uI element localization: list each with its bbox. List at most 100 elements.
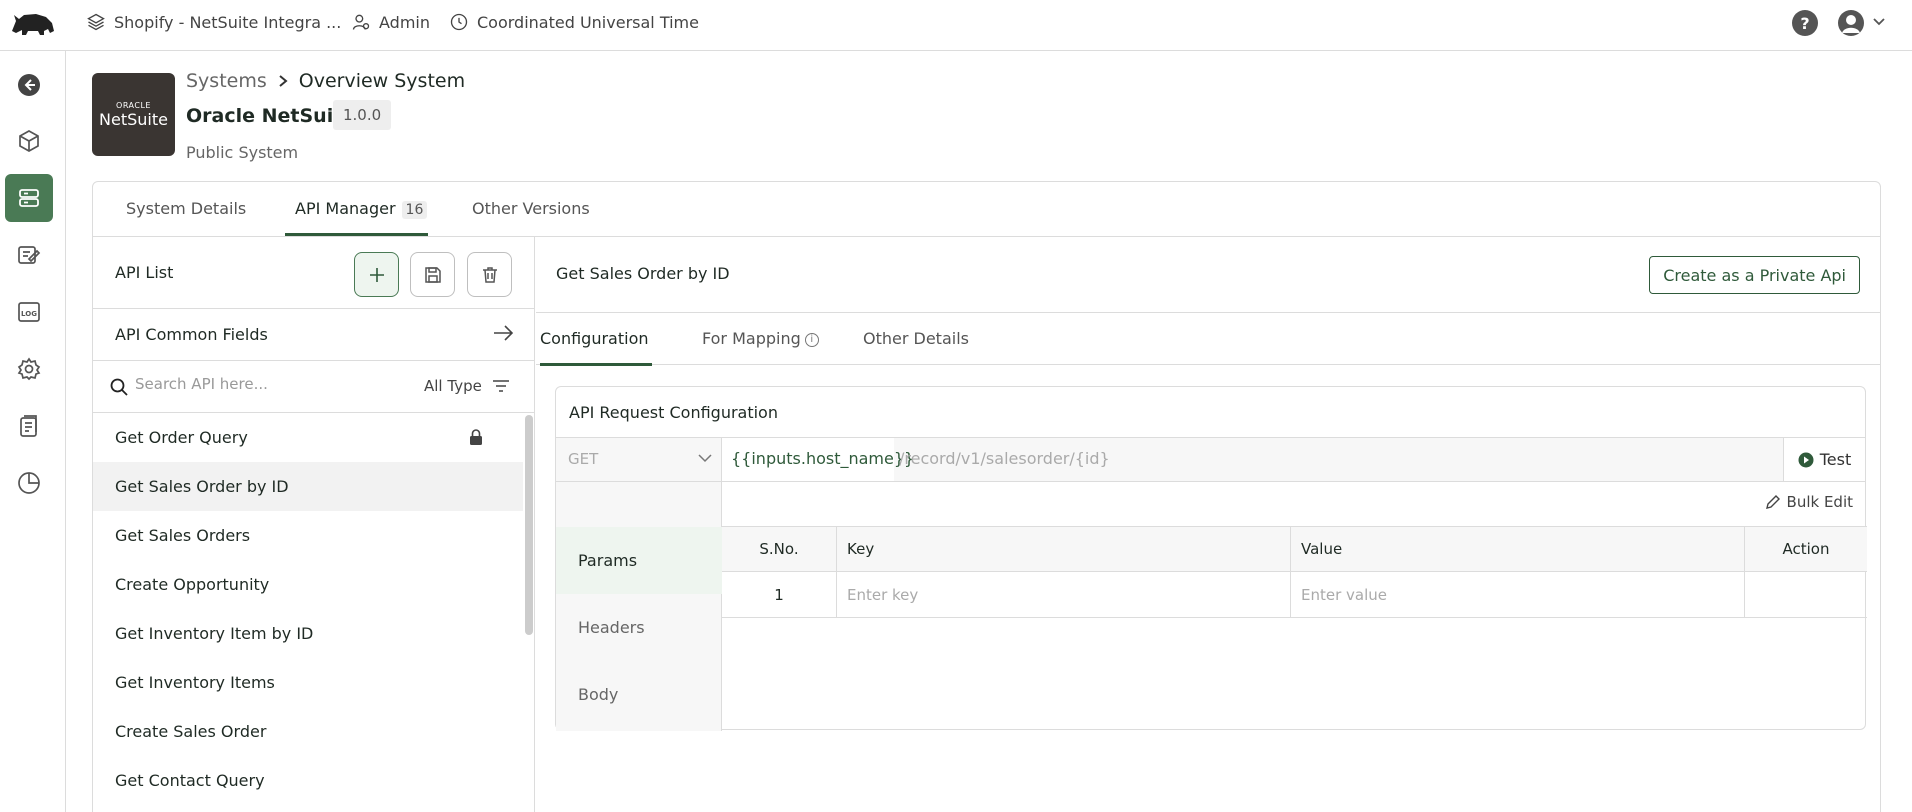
api-list-title: API List — [115, 263, 174, 282]
rail-item-settings[interactable] — [5, 345, 53, 393]
active-tab-indicator — [285, 233, 428, 236]
create-private-api-button[interactable]: Create as a Private Api — [1649, 256, 1860, 294]
api-item-label: Get Sales Orders — [115, 526, 251, 545]
table-row: 1 — [722, 572, 1867, 618]
detail-tabs: Configuration For Mapping i Other Details — [536, 312, 1880, 366]
chevron-down-icon — [698, 454, 712, 463]
column-header-sno: S.No. — [759, 540, 799, 558]
url-host-variable[interactable]: {{inputs.host_name}} — [731, 449, 914, 468]
system-subtitle: Public System — [186, 143, 299, 162]
tab-for-mapping[interactable]: For Mapping i — [702, 329, 819, 348]
delete-api-button[interactable] — [467, 252, 512, 297]
add-api-button[interactable] — [354, 252, 399, 297]
type-filter-label: All Type — [424, 377, 482, 395]
type-filter[interactable]: All Type — [424, 377, 510, 395]
api-search-input[interactable] — [135, 375, 355, 393]
api-list-item[interactable]: Get Contact Query — [93, 756, 523, 805]
trash-icon — [482, 266, 497, 283]
avatar-icon[interactable] — [1838, 10, 1864, 36]
api-item-label: Get Sales Order by ID — [115, 477, 289, 496]
top-bar: Shopify - NetSuite Integra ... Admin Coo… — [0, 0, 1912, 51]
api-list-item[interactable]: Get Inventory Item by ID — [93, 609, 523, 658]
url-path[interactable]: /record/v1/salesorder/{id} — [899, 449, 1110, 468]
value-cell — [1290, 572, 1744, 617]
column-header-value: Value — [1290, 527, 1744, 571]
save-icon — [424, 266, 441, 283]
lock-icon — [470, 429, 482, 445]
server-icon — [19, 189, 39, 207]
test-button[interactable]: Test — [1783, 438, 1865, 481]
api-detail-pane: Get Sales Order by ID Create as a Privat… — [536, 237, 1880, 812]
tab-system-details[interactable]: System Details — [126, 199, 246, 218]
tab-other-versions[interactable]: Other Versions — [472, 199, 590, 218]
api-request-configuration: API Request Configuration GET {{inputs.h… — [555, 386, 1867, 731]
help-icon[interactable]: ? — [1792, 10, 1818, 36]
chevron-down-icon[interactable] — [1872, 14, 1886, 28]
api-item-label: Create Opportunity — [115, 575, 270, 594]
timezone-indicator[interactable]: Coordinated Universal Time — [449, 12, 699, 32]
api-item-label: Get Inventory Items — [115, 673, 275, 692]
action-cell — [1744, 572, 1867, 617]
key-cell — [836, 572, 1290, 617]
timezone-label: Coordinated Universal Time — [477, 12, 699, 32]
tab-api-manager[interactable]: API Manager 16 — [295, 199, 428, 219]
request-side-tabs: Params Headers Body — [556, 482, 722, 731]
side-tab-body[interactable]: Body — [556, 661, 722, 728]
key-input[interactable] — [847, 585, 1246, 604]
api-list-item[interactable]: Get Sales Orders — [93, 511, 523, 560]
tab-other-details[interactable]: Other Details — [863, 329, 969, 348]
user-admin-icon — [352, 14, 370, 30]
info-icon: i — [804, 332, 819, 347]
rail-item-analytics[interactable] — [5, 459, 53, 507]
api-item-label: Create Sales Order — [115, 722, 267, 741]
breadcrumb: Systems Overview System — [186, 70, 465, 92]
api-list-item[interactable]: Create Sales Order — [93, 707, 523, 756]
column-header-key: Key — [836, 527, 1290, 571]
rail-item-systems[interactable] — [5, 174, 53, 222]
save-api-button[interactable] — [410, 252, 455, 297]
system-logo: ORACLE NetSuite — [92, 73, 175, 156]
project-selector[interactable]: Shopify - NetSuite Integra ... — [86, 12, 341, 32]
search-icon — [110, 378, 128, 396]
bulk-edit-label: Bulk Edit — [1786, 493, 1853, 511]
api-common-fields-row[interactable]: API Common Fields — [93, 309, 535, 361]
api-list-item[interactable]: Get Order Query — [93, 413, 523, 462]
cube-icon — [19, 130, 39, 152]
rail-item-models[interactable] — [5, 117, 53, 165]
back-icon — [18, 74, 40, 96]
api-list-header: API List — [93, 237, 535, 309]
method-select[interactable]: GET — [556, 438, 722, 481]
api-item-label: Get Inventory Item by ID — [115, 624, 314, 643]
api-item-label: Get Contact Query — [115, 771, 265, 790]
api-search-row: All Type — [93, 361, 535, 413]
value-input[interactable] — [1301, 585, 1700, 604]
role-indicator[interactable]: Admin — [351, 12, 430, 32]
bulk-edit-button[interactable]: Bulk Edit — [1765, 493, 1853, 511]
api-detail-title: Get Sales Order by ID — [556, 264, 730, 283]
project-name: Shopify - NetSuite Integra ... — [114, 12, 342, 32]
system-card: System Details API Manager 16 Other Versi… — [92, 181, 1881, 812]
api-count-badge: 16 — [401, 201, 428, 219]
side-tab-params[interactable]: Params — [556, 527, 722, 594]
api-list-item[interactable]: Create Opportunity — [93, 560, 523, 609]
logo-main-text: NetSuite — [99, 109, 168, 129]
tab-configuration[interactable]: Configuration — [540, 329, 649, 348]
rhino-logo-icon[interactable] — [10, 9, 56, 37]
clipboard-icon — [20, 415, 37, 437]
breadcrumb-systems-link[interactable]: Systems — [186, 70, 267, 92]
edit-list-icon — [18, 246, 41, 264]
rail-item-mappings[interactable] — [5, 231, 53, 279]
side-tab-headers[interactable]: Headers — [556, 594, 722, 661]
api-list-item[interactable]: Get Inventory Items — [93, 658, 523, 707]
breadcrumb-current: Overview System — [298, 70, 466, 92]
pie-chart-icon — [18, 472, 40, 494]
rail-item-documents[interactable] — [5, 402, 53, 450]
method-value: GET — [568, 450, 599, 468]
rail-item-logs[interactable]: LOG — [5, 288, 53, 336]
role-label: Admin — [379, 12, 430, 32]
back-button[interactable] — [5, 61, 53, 109]
row-sno: 1 — [774, 585, 784, 604]
logo-top-text: ORACLE — [116, 100, 151, 110]
api-list-item[interactable]: Get Sales Order by ID — [93, 462, 523, 511]
api-list-scrollbar[interactable] — [525, 415, 533, 635]
